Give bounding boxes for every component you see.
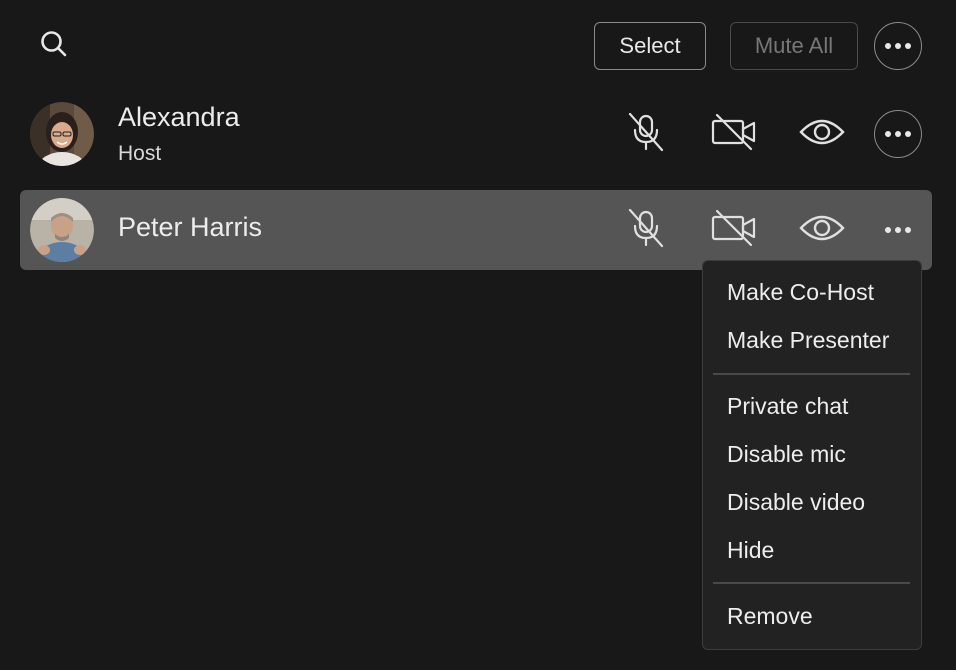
menu-item-disable-mic[interactable]: Disable mic: [727, 441, 846, 468]
video-toggle-button[interactable]: [710, 110, 758, 158]
mic-toggle-button[interactable]: [622, 206, 670, 254]
mic-off-icon: [624, 206, 668, 255]
participants-toolbar: Select Mute All: [0, 0, 956, 92]
participant-context-menu: Make Co-Host Make Presenter Private chat…: [702, 260, 922, 650]
search-icon: [39, 29, 69, 64]
search-button[interactable]: [34, 26, 74, 66]
eye-icon: [799, 112, 845, 157]
participant-name: Alexandra: [118, 102, 240, 132]
menu-item-make-presenter[interactable]: Make Presenter: [727, 327, 889, 354]
menu-divider: [713, 373, 910, 375]
menu-divider: [713, 582, 910, 584]
participant-row[interactable]: Peter Harris: [20, 190, 932, 270]
participant-row[interactable]: Alexandra Host: [20, 94, 932, 174]
mute-all-button[interactable]: Mute All: [730, 22, 858, 70]
menu-item-hide[interactable]: Hide: [727, 537, 774, 564]
avatar: [30, 198, 94, 262]
participant-role: Host: [118, 142, 162, 165]
select-button[interactable]: Select: [594, 22, 706, 70]
video-off-icon: [711, 110, 757, 159]
avatar: [30, 102, 94, 166]
view-toggle-button[interactable]: [798, 206, 846, 254]
mic-off-icon: [624, 110, 668, 159]
menu-item-disable-video[interactable]: Disable video: [727, 489, 865, 516]
menu-item-private-chat[interactable]: Private chat: [727, 393, 848, 420]
participant-name: Peter Harris: [118, 212, 263, 242]
more-horizontal-icon: [884, 37, 912, 55]
more-horizontal-icon: [884, 125, 912, 143]
more-horizontal-icon: [884, 221, 912, 239]
video-off-icon: [711, 206, 757, 255]
mic-toggle-button[interactable]: [622, 110, 670, 158]
menu-item-make-co-host[interactable]: Make Co-Host: [727, 279, 874, 306]
video-toggle-button[interactable]: [710, 206, 758, 254]
view-toggle-button[interactable]: [798, 110, 846, 158]
eye-icon: [799, 208, 845, 253]
menu-item-remove[interactable]: Remove: [727, 603, 813, 630]
participant-more-button[interactable]: [874, 206, 922, 254]
more-options-button[interactable]: [874, 22, 922, 70]
participant-more-button[interactable]: [874, 110, 922, 158]
